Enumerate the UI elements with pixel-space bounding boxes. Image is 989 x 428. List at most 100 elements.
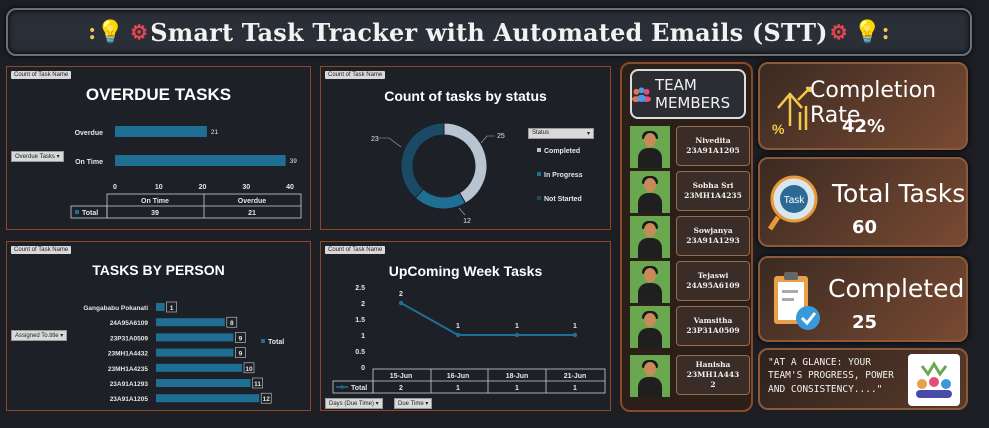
- growth-chart-icon: %: [772, 86, 812, 137]
- table-value: 1: [456, 385, 460, 392]
- y-tick-label: 0.5: [355, 349, 365, 356]
- point-value-label: 1: [515, 323, 519, 330]
- slice-value-label: 12: [463, 218, 471, 225]
- point-value-label: 2: [399, 291, 403, 298]
- gear-icon: ⚙: [829, 20, 848, 44]
- x-tick-label: 40: [286, 184, 294, 191]
- bar-category-label: 23A91A1293: [110, 381, 149, 388]
- y-tick-label: 1.5: [355, 317, 365, 324]
- y-tick-label: 1: [361, 333, 365, 340]
- member-card: Hanisha 23MH1A443 2: [676, 355, 750, 395]
- bar-value-label: 21: [211, 129, 219, 136]
- member-card: Sobha Sri 23MH1A4235: [676, 171, 750, 211]
- lightbulb-icon: 💡:: [853, 19, 890, 45]
- bar-value-label: 8: [230, 320, 234, 327]
- completed-value: 25: [852, 312, 878, 333]
- status-panel: Count of Task Name Count of tasks by sta…: [320, 66, 611, 230]
- status-donut-chart: 25 23 12 Completed In Progress Not Started: [371, 122, 583, 225]
- bar-value-label: 9: [239, 335, 243, 342]
- x-tick-label: 15-Jun: [390, 373, 413, 380]
- team-member-row: Tejaswi 24A95A6109: [630, 261, 750, 303]
- legend-point: [340, 385, 344, 389]
- table-header: Overdue: [238, 198, 267, 205]
- team-members-panel: TEAM MEMBERS Nivedita 23A91A1205 Sobha Sri…: [620, 62, 753, 412]
- member-avatar: [630, 261, 670, 303]
- legend-label: Completed: [544, 148, 580, 155]
- legend-label: Total: [268, 339, 284, 346]
- member-id: 23A91A1205: [686, 146, 740, 155]
- x-tick-label: 20: [199, 184, 207, 191]
- legend-label: In Progress: [544, 172, 583, 179]
- x-tick-label: 30: [242, 184, 250, 191]
- overdue-bar-chart: Overdue 21 On Time 39 0 10 20 30 40 Total On Time 3…: [70, 126, 302, 219]
- lightbulb-icon: :💡: [88, 19, 125, 45]
- completion-rate-value: 42%: [842, 116, 886, 137]
- bar-value-label: 1: [170, 305, 174, 312]
- member-name: Nivedita: [695, 135, 731, 145]
- bar-category-label: 23MH1A4235: [108, 366, 148, 373]
- bar: [115, 155, 286, 166]
- legend-label: Not Started: [544, 196, 582, 203]
- table-value: 1: [515, 385, 519, 392]
- member-avatar: [630, 126, 670, 168]
- series-line: [400, 302, 575, 336]
- leader-line: [480, 135, 495, 144]
- at-a-glance-card: "AT A GLANCE: YOUR TEAM'S PROGRESS, POWE…: [758, 348, 968, 410]
- line-point: [455, 332, 461, 338]
- total-tasks-label: Total Tasks: [832, 179, 966, 208]
- member-name: Sobha Sri: [692, 180, 734, 190]
- bar-value-label: 11: [254, 381, 261, 388]
- line-point: [398, 300, 404, 306]
- due-time-filter[interactable]: Due Time ▾: [394, 398, 433, 409]
- slice-value-label: 23: [371, 136, 379, 143]
- team-members-label: TEAM MEMBERS: [655, 76, 731, 112]
- x-tick-label: 18-Jun: [506, 373, 529, 380]
- at-a-glance-text: "AT A GLANCE: YOUR TEAM'S PROGRESS, POWE…: [768, 357, 894, 395]
- member-id: 23P31A0509: [686, 326, 740, 335]
- member-id: 23A91A1293: [686, 236, 740, 245]
- team-member-row: Vamsitha 23P31A0509: [630, 306, 750, 348]
- donut-slice: [414, 188, 467, 210]
- bar-value-label: 10: [245, 366, 253, 373]
- donut-slice: [443, 122, 488, 204]
- leader-line: [458, 207, 466, 216]
- completion-rate-label: Completion Rate: [810, 78, 937, 128]
- member-name: Sowjanya: [693, 225, 733, 235]
- member-name: Vamsitha: [693, 315, 733, 325]
- member-card: Nivedita 23A91A1205: [676, 126, 750, 166]
- team-members-header: TEAM MEMBERS: [630, 69, 746, 119]
- table-value: 39: [151, 210, 159, 217]
- member-card: Vamsitha 23P31A0509: [676, 306, 750, 346]
- clipboard-check-icon: [774, 272, 820, 330]
- legend-swatch: [537, 196, 541, 200]
- bar: [156, 348, 234, 357]
- bar-category-label: 23MH1A4432: [108, 351, 148, 358]
- task-magnifier-icon: Task: [767, 175, 818, 231]
- y-tick-label: 2.5: [355, 285, 365, 292]
- bar: [156, 318, 225, 327]
- completed-card: Completed 25: [758, 256, 968, 342]
- donut-slice: [400, 122, 445, 199]
- days-filter[interactable]: Days (Due Time) ▾: [325, 398, 383, 409]
- total-tasks-value: 60: [852, 217, 878, 238]
- bar: [156, 394, 260, 403]
- bar-category-label: 23P31A0509: [110, 335, 148, 342]
- bar: [115, 126, 207, 137]
- table-total-label: Total: [82, 210, 98, 217]
- overdue-tasks-panel: Count of Task Name OVERDUE TASKS Overdue…: [6, 66, 311, 230]
- week-line-chart: 0 0.5 1 1.5 2 2.5 2 1 1 1 Total 15-Jun 2 16-Jun 1 18-Ju…: [332, 285, 606, 394]
- member-card: Tejaswi 24A95A6109: [676, 261, 750, 301]
- team-member-row: Sobha Sri 23MH1A4235: [630, 171, 750, 213]
- member-avatar: [630, 216, 670, 258]
- bar: [156, 363, 242, 372]
- dashboard-title: Smart Task Tracker with Automated Emails…: [150, 17, 828, 47]
- member-avatar: [630, 171, 670, 213]
- member-id: 24A95A6109: [686, 281, 740, 290]
- member-avatar: [630, 306, 670, 348]
- slice-value-label: 25: [497, 133, 505, 140]
- line-point: [514, 332, 520, 338]
- member-avatar: [630, 355, 670, 397]
- gear-icon: ⚙: [130, 20, 149, 44]
- team-icon: [632, 87, 652, 103]
- total-tasks-card: Task Total Tasks 60: [758, 157, 968, 247]
